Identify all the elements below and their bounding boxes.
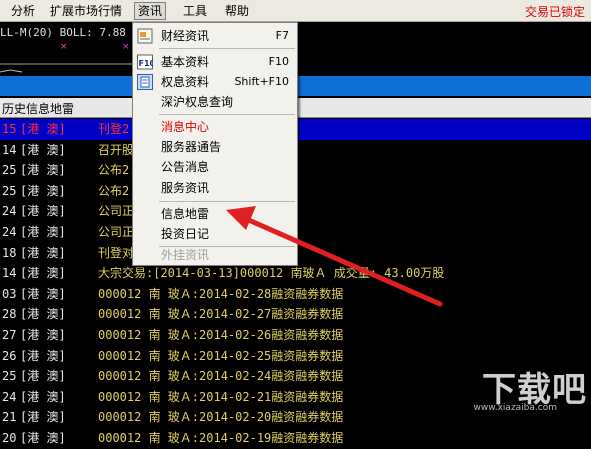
annotation-arrow (226, 206, 443, 307)
watermark-url: www.xiazaiba.com (473, 403, 557, 413)
arrow-shaft (241, 215, 443, 307)
list-item[interactable]: 20 [港 澳] 000012 南 玻Ａ:2014-02-19融资融券数据 (0, 428, 591, 449)
arrow-head (226, 206, 256, 230)
